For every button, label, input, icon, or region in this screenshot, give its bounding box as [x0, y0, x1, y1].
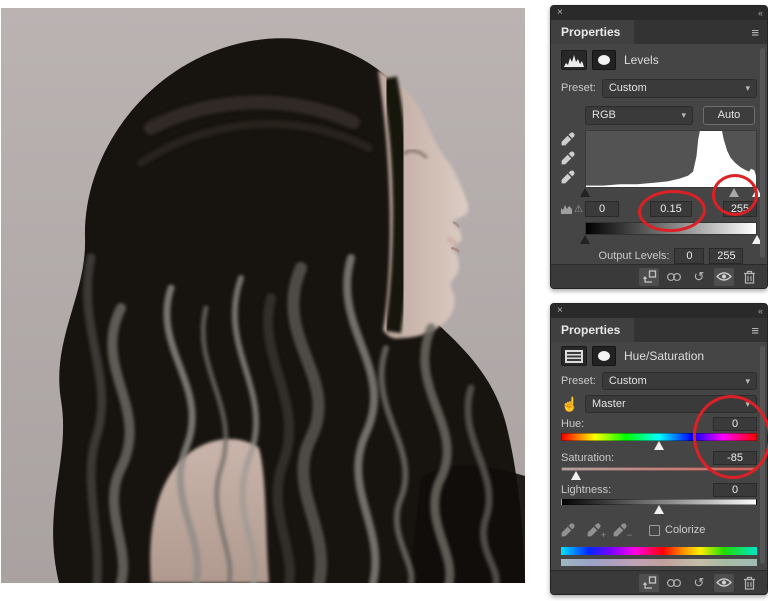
hue-slider-track[interactable]	[561, 433, 757, 441]
shadow-input-slider[interactable]	[580, 188, 590, 197]
channel-dropdown[interactable]: Master ▾	[585, 395, 757, 413]
levels-panel-body: Levels Preset: Custom ▾ RGB ▾ Auto ⚠ 0 0…	[551, 44, 767, 264]
close-icon[interactable]: ×	[557, 8, 563, 18]
saturation-value[interactable]: -85	[713, 451, 757, 465]
panel-tabbar: Properties ≡	[551, 318, 767, 342]
adjustment-title: Hue/Saturation	[624, 349, 705, 363]
clip-to-layer-icon[interactable]	[639, 573, 659, 592]
layer-mask-thumbnail[interactable]	[592, 50, 616, 70]
reset-adjustment-icon[interactable]: ↺	[689, 268, 709, 286]
properties-panel-levels: × « Properties ≡ Levels Preset: Custom ▾	[550, 5, 768, 289]
document-image-woman-profile	[1, 8, 525, 583]
refresh-histogram-icon[interactable]	[561, 204, 572, 214]
photo-illustration	[1, 8, 525, 583]
hue-slider-thumb[interactable]	[654, 441, 664, 450]
midtone-input-slider[interactable]	[728, 188, 739, 197]
output-levels-gradient	[585, 222, 757, 235]
panel-footer: ↺	[551, 570, 767, 594]
delete-adjustment-icon[interactable]	[739, 268, 759, 286]
view-previous-state-icon[interactable]	[664, 268, 684, 286]
panel-titlebar: × «	[551, 304, 767, 318]
hue-spectrum-reference-bar	[561, 547, 757, 555]
close-icon[interactable]: ×	[557, 306, 563, 316]
view-previous-state-icon[interactable]	[664, 574, 684, 592]
hue-spectrum-adjusted-bar	[561, 559, 757, 566]
lightness-label: Lightness:	[561, 484, 612, 496]
visibility-eye-icon[interactable]	[714, 573, 734, 592]
photoshop-workspace: × « Properties ≡ Levels Preset: Custom ▾	[0, 0, 768, 601]
hue-saturation-adjustment-icon	[561, 346, 587, 366]
highlight-input-value[interactable]: 255	[723, 201, 757, 217]
panel-menu-icon[interactable]: ≡	[751, 25, 759, 40]
output-white-value[interactable]: 255	[709, 248, 744, 264]
panel-menu-icon[interactable]: ≡	[751, 323, 759, 338]
add-sample-eyedropper-icon[interactable]: +	[587, 523, 606, 540]
output-black-slider[interactable]	[580, 235, 590, 244]
levels-histogram	[585, 130, 757, 188]
preset-dropdown[interactable]: Custom ▾	[601, 78, 757, 98]
collapse-panel-icon[interactable]: «	[758, 306, 763, 316]
hue-label: Hue:	[561, 418, 585, 430]
clip-to-layer-icon[interactable]	[639, 267, 659, 286]
adjustment-title: Levels	[624, 53, 659, 67]
lightness-slider[interactable]	[561, 505, 757, 515]
output-levels-slider[interactable]	[580, 235, 762, 245]
targeted-adjustment-hand-icon[interactable]: ☝	[561, 396, 585, 413]
panel-footer: ↺	[551, 264, 767, 288]
layer-mask-thumbnail[interactable]	[592, 346, 616, 366]
white-point-eyedropper-icon[interactable]	[561, 170, 585, 184]
panel-scrollbar[interactable]	[760, 346, 765, 564]
output-black-value[interactable]: 0	[674, 248, 705, 264]
saturation-slider[interactable]	[561, 471, 757, 481]
colorize-checkbox[interactable]	[649, 524, 660, 536]
chevron-down-icon: ▾	[745, 375, 750, 386]
lightness-slider-thumb[interactable]	[654, 505, 664, 514]
panel-titlebar: × «	[551, 6, 767, 20]
gray-point-eyedropper-icon[interactable]	[561, 151, 585, 165]
input-levels-slider[interactable]	[580, 188, 762, 198]
preset-label: Preset:	[561, 82, 596, 94]
gamma-input-value[interactable]: 0.15	[650, 201, 692, 217]
subtract-sample-eyedropper-icon[interactable]: −	[613, 523, 632, 540]
panel-tabbar: Properties ≡	[551, 20, 767, 44]
hue-saturation-panel-body: Hue/Saturation Preset: Custom ▾ ☝ Master…	[551, 342, 767, 570]
chevron-down-icon: ▾	[681, 109, 686, 120]
chevron-down-icon: ▾	[745, 398, 750, 409]
preset-label: Preset:	[561, 375, 596, 387]
black-point-eyedropper-icon[interactable]	[561, 132, 585, 146]
saturation-label: Saturation:	[561, 452, 615, 464]
lightness-value[interactable]: 0	[713, 483, 757, 497]
tab-properties[interactable]: Properties	[551, 20, 635, 44]
reset-adjustment-icon[interactable]: ↺	[689, 574, 709, 592]
chevron-down-icon: ▾	[745, 82, 750, 93]
channel-dropdown[interactable]: RGB ▾	[585, 105, 693, 125]
hue-value[interactable]: 0	[713, 417, 757, 431]
auto-button[interactable]: Auto	[703, 105, 755, 125]
tab-properties[interactable]: Properties	[551, 318, 635, 342]
hue-slider[interactable]	[561, 441, 757, 451]
visibility-eye-icon[interactable]	[714, 267, 734, 286]
saturation-slider-thumb[interactable]	[570, 471, 581, 480]
properties-panel-hue-saturation: × « Properties ≡ Hue/Saturation Preset: …	[550, 303, 768, 595]
sample-eyedropper-icon[interactable]	[561, 523, 575, 537]
delete-adjustment-icon[interactable]	[739, 574, 759, 592]
output-levels-label: Output Levels:	[598, 250, 670, 262]
levels-adjustment-icon	[561, 50, 587, 70]
panel-scrollbar[interactable]	[760, 48, 765, 258]
preset-dropdown[interactable]: Custom ▾	[601, 372, 757, 390]
colorize-label: Colorize	[665, 524, 706, 536]
shadow-input-value[interactable]: 0	[585, 201, 619, 217]
collapse-panel-icon[interactable]: «	[758, 8, 763, 18]
cached-data-warning-icon: ⚠	[574, 203, 583, 215]
